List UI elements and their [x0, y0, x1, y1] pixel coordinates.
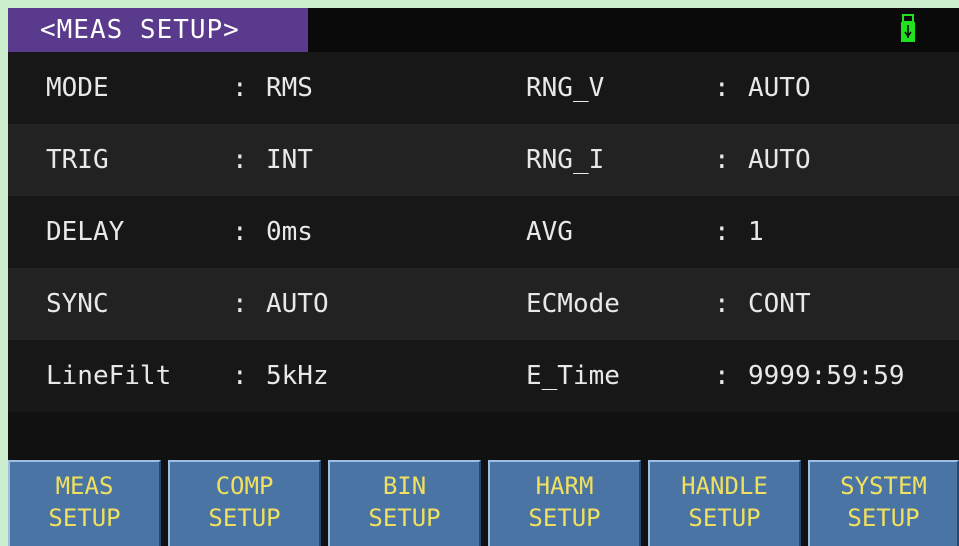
rng-i-value[interactable]: AUTO: [748, 124, 811, 196]
setting-label: ECMode: [526, 289, 620, 319]
setting-label: SYNC: [46, 289, 109, 319]
setting-label: TRIG: [46, 145, 109, 175]
softkey-label-line2: SETUP: [688, 504, 761, 532]
mode-value[interactable]: RMS: [266, 52, 313, 124]
setting-label: AVG: [526, 217, 573, 247]
setting-separator: :: [232, 361, 248, 391]
empty-row: [8, 412, 959, 458]
rng-v-value[interactable]: AUTO: [748, 52, 811, 124]
ecmode-value[interactable]: CONT: [748, 268, 811, 340]
setting-label: RNG_V: [526, 73, 605, 103]
setting-separator: :: [714, 73, 730, 103]
setting-label: LineFilt: [46, 361, 172, 391]
setting-row-mode: MODE : RMS RNG_V : AUTO: [8, 52, 959, 124]
softkey-label-line1: SYSTEM: [840, 472, 927, 500]
softkey-label-line2: SETUP: [48, 504, 121, 532]
bin-setup-softkey[interactable]: BIN SETUP: [328, 460, 481, 546]
usb-drive-icon: [901, 14, 915, 42]
setting-separator: :: [232, 73, 248, 103]
setting-label: E_Time: [526, 361, 620, 391]
avg-value[interactable]: 1: [748, 196, 764, 268]
delay-value[interactable]: 0ms: [266, 196, 313, 268]
title-bar: <MEAS SETUP>: [8, 8, 959, 52]
instrument-screen: <MEAS SETUP> MODE : RMS RNG_V : AUTO TRI…: [8, 8, 959, 546]
softkey-bar: MEAS SETUP COMP SETUP BIN SETUP HARM SET…: [8, 460, 959, 546]
comp-setup-softkey[interactable]: COMP SETUP: [168, 460, 321, 546]
sync-value[interactable]: AUTO: [266, 268, 329, 340]
linefilt-value[interactable]: 5kHz: [266, 340, 329, 412]
handle-setup-softkey[interactable]: HANDLE SETUP: [648, 460, 801, 546]
setting-separator: :: [232, 217, 248, 247]
softkey-label-line1: HARM: [535, 472, 594, 500]
setting-label: RNG_I: [526, 145, 605, 175]
setting-separator: :: [232, 289, 248, 319]
system-setup-softkey[interactable]: SYSTEM SETUP: [808, 460, 959, 546]
setting-row-trig: TRIG : INT RNG_I : AUTO: [8, 124, 959, 196]
softkey-label-line1: COMP: [215, 472, 274, 500]
setting-label: DELAY: [46, 217, 125, 247]
harm-setup-softkey[interactable]: HARM SETUP: [488, 460, 641, 546]
softkey-label-line2: SETUP: [528, 504, 601, 532]
setting-separator: :: [714, 289, 730, 319]
setting-row-delay: DELAY : 0ms AVG : 1: [8, 196, 959, 268]
setting-row-linefilt: LineFilt : 5kHz E_Time : 9999:59:59: [8, 340, 959, 412]
trig-value[interactable]: INT: [266, 124, 313, 196]
softkey-label-line1: HANDLE: [681, 472, 768, 500]
setting-separator: :: [714, 145, 730, 175]
softkey-label-line2: SETUP: [368, 504, 441, 532]
softkey-label-line1: BIN: [382, 472, 427, 500]
meas-setup-softkey[interactable]: MEAS SETUP: [8, 460, 161, 546]
page-title: <MEAS SETUP>: [8, 8, 308, 52]
setting-separator: :: [232, 145, 248, 175]
softkey-label-line2: SETUP: [847, 504, 920, 532]
setting-separator: :: [714, 361, 730, 391]
softkey-label-line2: SETUP: [208, 504, 281, 532]
setting-row-sync: SYNC : AUTO ECMode : CONT: [8, 268, 959, 340]
e-time-value[interactable]: 9999:59:59: [748, 340, 905, 412]
setting-separator: :: [714, 217, 730, 247]
setting-label: MODE: [46, 73, 109, 103]
softkey-label-line1: MEAS: [55, 472, 114, 500]
